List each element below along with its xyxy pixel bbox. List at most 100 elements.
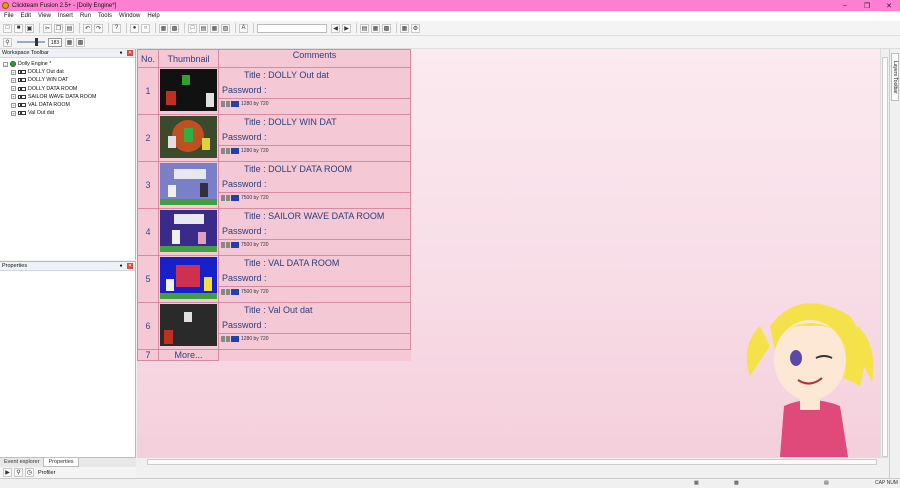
close-icon[interactable]: ✕ [127, 50, 133, 56]
save-icon[interactable]: ▣ [25, 23, 34, 33]
table-row-more[interactable]: 7 More... [137, 349, 411, 361]
pin-icon[interactable]: ● [118, 263, 124, 269]
frame-title[interactable]: Title : VAL DATA ROOM [219, 256, 410, 271]
frame-password[interactable]: Password : [219, 224, 410, 239]
table-row[interactable]: 2 Title : DOLLY WIN DAT Password : 1280 … [137, 114, 411, 162]
collapse-icon[interactable]: – [3, 61, 8, 67]
frame-size[interactable]: 1280 by 720 [241, 101, 269, 107]
zoom-icon[interactable]: ⚲ [3, 37, 12, 47]
copy-icon[interactable]: ❐ [54, 23, 63, 33]
fit-view-icon[interactable]: ▦ [65, 37, 74, 47]
vertical-scrollbar[interactable] [880, 49, 888, 464]
frame-comments-cell[interactable]: Title : DOLLY DATA ROOM Password : 7500 … [218, 161, 411, 209]
frame-setting-icon[interactable] [221, 148, 225, 154]
text-options-icon[interactable]: A [239, 23, 248, 33]
frame-comments-cell[interactable]: Title : Val Out dat Password : 1280 by 7… [218, 302, 411, 350]
more-frames-link[interactable]: More... [158, 349, 219, 361]
search-icon[interactable]: ⚲ [14, 468, 23, 477]
storyboard-editor-icon[interactable]: ▦ [159, 23, 168, 33]
menu-view[interactable]: View [38, 13, 51, 19]
frame-title[interactable]: Title : SAILOR WAVE DATA ROOM [219, 209, 410, 224]
layers-icon[interactable]: ▩ [382, 23, 391, 33]
menu-help[interactable]: Help [147, 13, 159, 19]
frame-thumbnail[interactable] [160, 69, 217, 111]
object-selector-combo[interactable] [257, 23, 327, 33]
cut-icon[interactable]: ✂ [43, 23, 52, 33]
frame-comments-cell[interactable]: Title : DOLLY WIN DAT Password : 1280 by… [218, 114, 411, 162]
tree-item-frame[interactable]: + SAILOR WAVE DATA ROOM [3, 93, 135, 101]
expand-icon[interactable]: + [11, 69, 16, 75]
expand-icon[interactable]: + [11, 110, 16, 116]
run-application-icon[interactable]: ● [130, 23, 139, 33]
table-row[interactable]: 3 Title : DOLLY DATA ROOM Password : 750… [137, 161, 411, 209]
profiler-clock-icon[interactable]: ◷ [25, 468, 34, 477]
zoom-slider[interactable] [17, 38, 45, 46]
tab-properties[interactable]: Properties [43, 458, 79, 467]
build-icon[interactable]: ⚙ [411, 23, 420, 33]
frame-thumbnail-cell[interactable] [158, 114, 219, 162]
tree-item-frame[interactable]: + VAL DATA ROOM [3, 101, 135, 109]
tree-item-frame[interactable]: + DOLLY WIN DAT [3, 76, 135, 84]
menu-window[interactable]: Window [119, 13, 140, 19]
table-row[interactable]: 4 Title : SAILOR WAVE DATA ROOM Password… [137, 208, 411, 256]
frame-setting-icon[interactable] [226, 195, 230, 201]
frame-setting-icon[interactable] [221, 101, 225, 107]
scrollbar-thumb[interactable] [882, 57, 888, 457]
event-editor-icon[interactable]: □ [188, 23, 197, 33]
frame-size[interactable]: 1280 by 720 [241, 148, 269, 154]
expand-icon[interactable]: + [11, 102, 16, 108]
grid-icon[interactable]: ▦ [400, 23, 409, 33]
align-icon[interactable]: ▤ [360, 23, 369, 33]
undo-icon[interactable]: ↶ [83, 23, 92, 33]
frame-comments-cell[interactable]: Title : VAL DATA ROOM Password : 7500 by… [218, 255, 411, 303]
debug-icon[interactable]: ▶ [3, 468, 12, 477]
frame-setting-icon[interactable] [221, 289, 225, 295]
redo-icon[interactable]: ↷ [94, 23, 103, 33]
frame-password[interactable]: Password : [219, 177, 410, 192]
frame-password[interactable]: Password : [219, 318, 410, 333]
frame-comments-cell[interactable]: Title : DOLLY Out dat Password : 1280 by… [218, 67, 411, 115]
pin-icon[interactable]: ● [118, 50, 124, 56]
tree-item-frame[interactable]: + Val Out dat [3, 109, 135, 117]
frame-password[interactable]: Password : [219, 130, 410, 145]
paste-icon[interactable]: ▤ [65, 23, 74, 33]
frame-comments-cell[interactable]: Title : SAILOR WAVE DATA ROOM Password :… [218, 208, 411, 256]
frame-thumbnail[interactable] [160, 210, 217, 252]
frame-thumbnail[interactable] [160, 257, 217, 299]
expand-icon[interactable]: + [11, 77, 16, 83]
open-folder-icon[interactable]: ■ [14, 23, 23, 33]
frame-setting-icon[interactable] [221, 242, 225, 248]
tab-event-explorer[interactable]: Event explorer [0, 458, 43, 467]
previous-frame-icon[interactable]: ◀ [331, 23, 340, 33]
frame-password[interactable]: Password : [219, 271, 410, 286]
table-row[interactable]: 6 Title : Val Out dat Password : 1280 by… [137, 302, 411, 350]
frame-size[interactable]: 7500 by 720 [241, 289, 269, 295]
table-row[interactable]: 1 Title : DOLLY Out dat Password : 1280 … [137, 67, 411, 115]
frame-thumbnail-cell[interactable] [158, 302, 219, 350]
layers-toolbar-tab[interactable]: Layers Toolbar [891, 53, 899, 101]
frame-setting-icon[interactable] [221, 336, 225, 342]
order-icon[interactable]: ▦ [371, 23, 380, 33]
frame-thumbnail[interactable] [160, 116, 217, 158]
tree-item-frame[interactable]: + DOLLY DATA ROOM [3, 85, 135, 93]
zoom-slider-handle[interactable] [35, 38, 38, 46]
tree-item-frame[interactable]: + DOLLY Out dat [3, 68, 135, 76]
help-icon[interactable]: ? [112, 23, 121, 33]
frame-password[interactable]: Password : [219, 83, 410, 98]
frame-setting-icon[interactable] [226, 289, 230, 295]
frame-setting-icon[interactable] [226, 148, 230, 154]
zoom-value[interactable]: 183 [48, 37, 62, 47]
frame-thumbnail[interactable] [160, 163, 217, 205]
expand-icon[interactable]: + [11, 86, 16, 92]
run-frame-icon[interactable]: ○ [141, 23, 150, 33]
frame-title[interactable]: Title : Val Out dat [219, 303, 410, 318]
full-view-icon[interactable]: ▩ [76, 37, 85, 47]
expand-icon[interactable]: + [11, 94, 16, 100]
menu-edit[interactable]: Edit [21, 13, 31, 19]
frame-size[interactable]: 1280 by 720 [241, 336, 269, 342]
frame-title[interactable]: Title : DOLLY Out dat [219, 68, 410, 83]
menu-insert[interactable]: Insert [58, 13, 73, 19]
frame-thumbnail[interactable] [160, 304, 217, 346]
frame-thumbnail-cell[interactable] [158, 208, 219, 256]
image-editor-icon[interactable]: ▨ [221, 23, 230, 33]
